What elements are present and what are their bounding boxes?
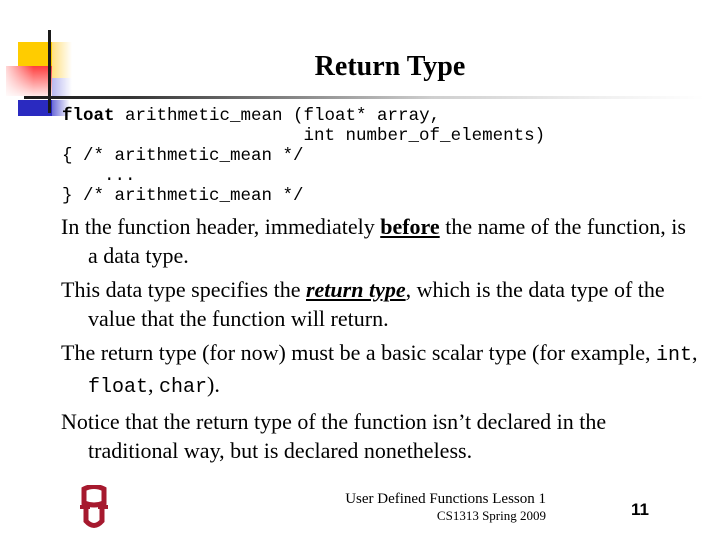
title-divider-line <box>24 96 704 99</box>
bullet-text: Notice that the return type of the funct… <box>61 409 607 463</box>
slide-number: 11 <box>631 500 649 519</box>
bullet-item: This data type specifies the return type… <box>61 275 701 333</box>
code-line-1: arithmetic_mean (float* array, <box>114 106 441 126</box>
bullet-item: In the function header, immediately befo… <box>61 212 701 270</box>
code-block: float arithmetic_mean (float* array, int… <box>62 106 545 206</box>
bullet-text: ). <box>207 372 220 397</box>
footer-course-term: CS1313 Spring 2009 <box>436 508 546 523</box>
bullet-text: , <box>692 340 698 365</box>
decor-yellow-square <box>18 42 52 66</box>
decor-blue-square <box>18 100 52 116</box>
bullet-item: The return type (for now) must be a basi… <box>61 338 701 402</box>
code-line-3: { /* arithmetic_mean */ <box>62 146 304 166</box>
emphasis-before: before <box>380 214 440 239</box>
bullet-text: This data type specifies the <box>61 277 306 302</box>
decor-vertical-line <box>48 30 51 113</box>
emphasis-return-type: return type <box>305 277 406 302</box>
slide-title: Return Type <box>314 51 466 82</box>
decor-light-blue-square <box>52 78 72 98</box>
bullet-list: In the function header, immediately befo… <box>61 212 701 470</box>
decor-red-square <box>6 66 52 96</box>
bullet-text: The return type (for now) must be a basi… <box>61 340 656 365</box>
inline-code-int: int <box>656 344 693 367</box>
footer-lesson-title: User Defined Functions Lesson 1 <box>345 491 546 507</box>
bullet-text: In the function header, immediately <box>61 214 381 239</box>
inline-code-float: float <box>88 376 149 399</box>
code-line-5: } /* arithmetic_mean */ <box>62 186 304 206</box>
bullet-item: Notice that the return type of the funct… <box>61 407 701 465</box>
code-return-type-keyword: float <box>62 106 115 126</box>
code-line-2: int number_of_elements) <box>62 126 546 146</box>
code-line-4: ... <box>62 166 136 186</box>
bullet-text: , <box>148 372 160 397</box>
inline-code-char: char <box>159 376 208 399</box>
ou-logo-icon <box>80 485 108 528</box>
decor-yellow-fade <box>52 42 72 78</box>
